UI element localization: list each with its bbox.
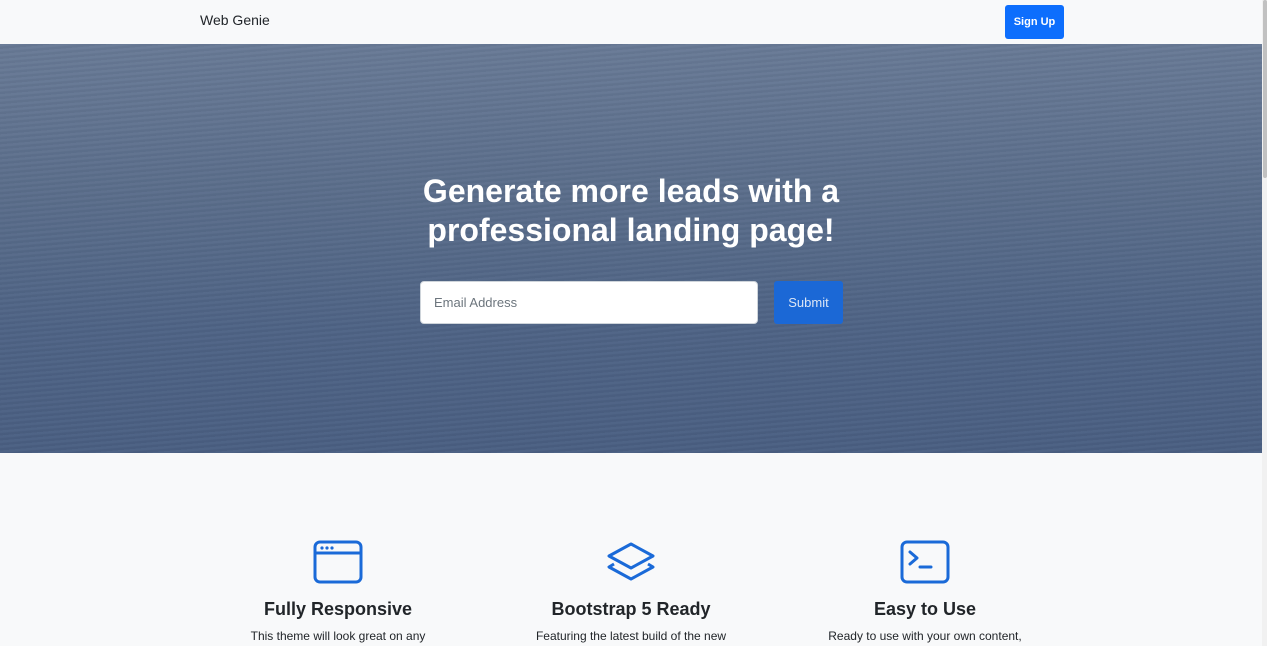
email-input[interactable] <box>420 281 758 324</box>
scrollbar-thumb[interactable] <box>1263 0 1267 178</box>
page-scrollbar[interactable] <box>1262 0 1267 646</box>
window-icon <box>313 540 363 584</box>
feature-fully-responsive: Fully Responsive This theme will look gr… <box>188 540 488 644</box>
hero-section: Generate more leads with a professional … <box>0 44 1262 453</box>
feature-easy-to-use: Easy to Use Ready to use with your own c… <box>775 540 1075 644</box>
navbar: Web Genie Sign Up <box>0 0 1262 44</box>
brand-link[interactable]: Web Genie <box>200 12 270 28</box>
feature-bootstrap-ready: Bootstrap 5 Ready Featuring the latest b… <box>481 540 781 644</box>
feature-text: Featuring the latest build of the new <box>535 629 727 643</box>
feature-text: This theme will look great on any <box>250 629 426 643</box>
hero-title: Generate more leads with a professional … <box>422 173 840 248</box>
layers-icon <box>607 542 655 581</box>
signup-button[interactable]: Sign Up <box>1005 5 1064 39</box>
submit-button[interactable]: Submit <box>774 281 843 324</box>
feature-text: Ready to use with your own content, <box>828 629 1022 643</box>
feature-title: Easy to Use <box>873 599 977 619</box>
feature-title: Bootstrap 5 Ready <box>551 599 711 619</box>
terminal-icon <box>900 540 950 584</box>
feature-title: Fully Responsive <box>263 599 413 619</box>
